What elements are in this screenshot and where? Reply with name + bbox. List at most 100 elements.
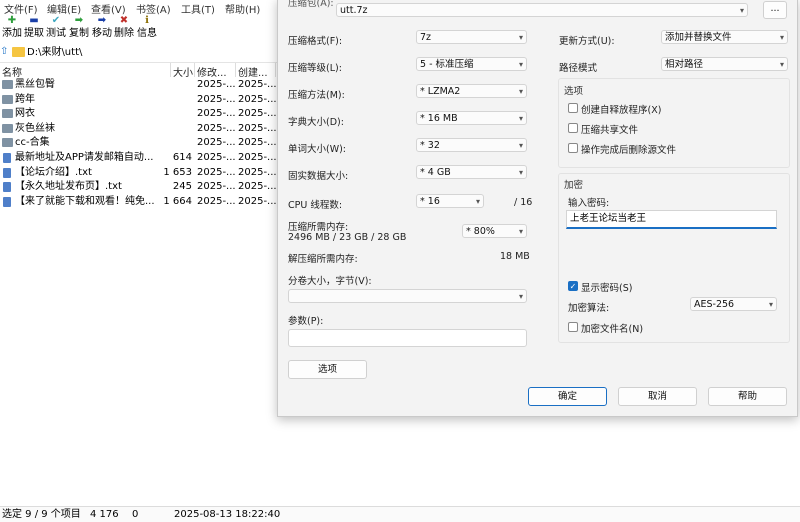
- file-modified: 2025-...: [197, 181, 236, 193]
- arrow-right-icon: ➡: [74, 15, 84, 26]
- folder-icon: [2, 138, 13, 148]
- solid-size-select[interactable]: * 4 GB ▾: [416, 165, 527, 179]
- file-row[interactable]: 灰色丝袜 2025-... 2025-...: [0, 122, 280, 136]
- list-header: 名称 大小 修改... 创建...: [0, 63, 280, 79]
- cpu-threads-select[interactable]: * 16 ▾: [416, 194, 484, 208]
- column-size[interactable]: 大小: [173, 64, 193, 79]
- split-volume-combobox[interactable]: ▾: [288, 289, 527, 303]
- file-name: 最新地址及APP请发邮箱自动...: [15, 152, 154, 163]
- parameters-input[interactable]: [288, 329, 527, 347]
- memory-percent-value: * 80%: [466, 226, 495, 237]
- toolbar-button[interactable]: ✚ 添加: [0, 14, 24, 42]
- minus-icon: ▬: [29, 15, 39, 26]
- file-row[interactable]: cc-合集 2025-... 2025-...: [0, 136, 280, 150]
- level-select[interactable]: 5 - 标准压缩 ▾: [416, 57, 527, 71]
- file-row[interactable]: 【论坛介绍】.txt 1 653 2025-... 2025-...: [0, 166, 280, 180]
- chevron-down-icon: ▾: [518, 168, 523, 177]
- update-mode-select[interactable]: 添加并替换文件 ▾: [661, 30, 788, 44]
- toolbar-button[interactable]: ℹ 信息: [135, 14, 159, 42]
- folder-icon: [2, 109, 13, 119]
- column-divider[interactable]: [170, 63, 171, 77]
- delete-after-checkbox[interactable]: [568, 143, 578, 153]
- show-password-label[interactable]: 显示密码(S): [581, 280, 632, 294]
- text-file-icon: [3, 196, 11, 207]
- update-mode-value: 添加并替换文件: [665, 32, 732, 43]
- status-bar: 选定 9 / 9 个项目 4 176 0 2025-08-13 18:22:40: [0, 506, 800, 522]
- method-select[interactable]: * LZMA2 ▾: [416, 84, 527, 98]
- archive-name-combobox[interactable]: utt.7z ▾: [336, 3, 748, 17]
- format-select[interactable]: 7z ▾: [416, 30, 527, 44]
- up-folder-icon[interactable]: ⇧: [0, 46, 8, 57]
- encryption-group-title: 加密: [564, 180, 584, 191]
- show-password-checkbox[interactable]: ✓: [568, 281, 578, 291]
- encrypt-names-label[interactable]: 加密文件名(N): [581, 321, 643, 335]
- toolbar-button[interactable]: ▬ 提取: [22, 14, 46, 42]
- memory-decompress-value: 18 MB: [500, 251, 530, 262]
- file-modified: 2025-...: [197, 166, 236, 178]
- column-created[interactable]: 创建...: [238, 64, 268, 79]
- column-modified[interactable]: 修改...: [197, 64, 227, 79]
- sfx-checkbox[interactable]: [568, 103, 578, 113]
- column-divider[interactable]: [194, 63, 195, 77]
- toolbar-button[interactable]: ✖ 删除: [112, 14, 136, 42]
- word-size-value: * 32: [420, 140, 440, 151]
- column-name[interactable]: 名称: [2, 64, 22, 79]
- chevron-down-icon: ▾: [518, 114, 523, 123]
- options-button[interactable]: 选项: [288, 360, 367, 379]
- toolbar-button-label: 提取: [24, 28, 44, 39]
- encryption-method-select[interactable]: AES-256 ▾: [690, 297, 777, 311]
- text-file-icon: [3, 153, 11, 163]
- toolbar-button-label: 移动: [92, 28, 112, 39]
- address-bar: ⇧ D:\来财\utt\: [0, 44, 280, 63]
- file-row[interactable]: 黑丝包臀 2025-... 2025-...: [0, 78, 280, 92]
- chevron-down-icon: ▾: [779, 33, 784, 42]
- file-modified: 2025-...: [197, 137, 236, 149]
- dictionary-label: 字典大小(D):: [288, 117, 344, 128]
- toolbar-button[interactable]: ➡ 复制: [67, 14, 91, 42]
- column-divider[interactable]: [235, 63, 236, 77]
- toolbar-button-label: 删除: [114, 28, 134, 39]
- sfx-label[interactable]: 创建自释放程序(X): [581, 102, 661, 116]
- add-to-archive-dialog: 压缩包(A): utt.7z ▾ ... 压缩格式(F): 7z ▾ 压缩等级(…: [277, 0, 798, 417]
- file-row[interactable]: 跨年 2025-... 2025-...: [0, 93, 280, 107]
- format-value: 7z: [420, 32, 432, 43]
- file-row[interactable]: 【来了就能下载和观看！纯免... 1 664 2025-... 2025-...: [0, 195, 280, 209]
- delete-after-label[interactable]: 操作完成后删除源文件: [581, 142, 676, 156]
- archive-name-value: utt.7z: [340, 5, 368, 16]
- file-created: 2025-...: [238, 79, 277, 90]
- password-input[interactable]: 上老王论坛当老王: [566, 210, 777, 229]
- file-row[interactable]: 【永久地址发布页】.txt 245 2025-... 2025-...: [0, 180, 280, 194]
- word-size-select[interactable]: * 32 ▾: [416, 138, 527, 152]
- word-size-label: 单词大小(W):: [288, 144, 347, 155]
- encrypt-names-checkbox[interactable]: [568, 322, 578, 332]
- file-created: 2025-...: [238, 166, 277, 178]
- browse-button[interactable]: ...: [763, 1, 787, 19]
- file-modified: 2025-...: [197, 122, 236, 134]
- column-divider[interactable]: [275, 63, 276, 77]
- chevron-down-icon: ▾: [518, 60, 523, 69]
- file-row[interactable]: 网衣 2025-... 2025-...: [0, 107, 280, 121]
- solid-size-value: * 4 GB: [420, 167, 451, 178]
- file-name: 【来了就能下载和观看！纯免...: [15, 195, 155, 207]
- folder-icon: [2, 80, 13, 89]
- help-button[interactable]: 帮助: [708, 387, 787, 406]
- file-row[interactable]: 最新地址及APP请发邮箱自动... 614 2025-... 2025-...: [0, 151, 280, 165]
- path-mode-select[interactable]: 相对路径 ▾: [661, 57, 788, 71]
- file-modified: 2025-...: [197, 79, 236, 90]
- dictionary-select[interactable]: * 16 MB ▾: [416, 111, 527, 125]
- address-input[interactable]: D:\来财\utt\: [27, 46, 277, 59]
- cancel-button[interactable]: 取消: [618, 387, 697, 406]
- chevron-down-icon: ▾: [739, 6, 744, 15]
- shared-files-label[interactable]: 压缩共享文件: [581, 122, 638, 136]
- file-created: 2025-...: [238, 181, 277, 193]
- status-zero: 0: [132, 509, 139, 520]
- folder-icon: [12, 47, 25, 57]
- ok-button[interactable]: 确定: [528, 387, 607, 406]
- toolbar-button[interactable]: ✔ 测试: [44, 14, 68, 42]
- memory-percent-select[interactable]: * 80% ▾: [462, 224, 527, 238]
- level-value: 5 - 标准压缩: [420, 59, 474, 70]
- shared-files-checkbox[interactable]: [568, 123, 578, 133]
- toolbar-button[interactable]: ➡ 移动: [90, 14, 114, 42]
- path-mode-value: 相对路径: [665, 59, 704, 70]
- toolbar-button-label: 复制: [69, 28, 89, 39]
